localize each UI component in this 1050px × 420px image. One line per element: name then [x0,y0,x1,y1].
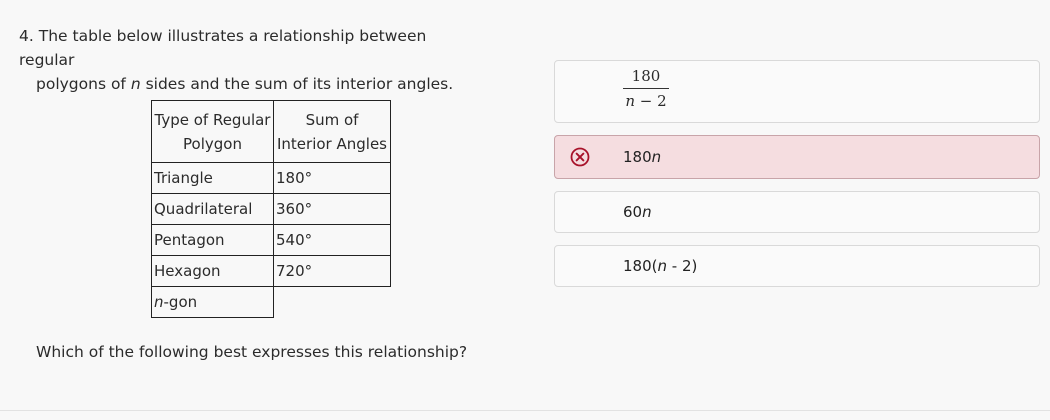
choice-d-text: 180(n - 2) [623,257,697,275]
fraction-numerator: 180 [631,67,661,85]
question-number: 4. [19,27,34,45]
choice-c-var: n [642,203,652,221]
denominator-rest: − 2 [635,92,667,110]
polygon-table: Type of Regular Polygon Sum of Interior … [151,100,391,318]
choice-c-coef: 60 [623,203,643,221]
choice-d-pre: 180( [623,257,658,275]
question-line-1: 4. The table below illustrates a relatio… [19,24,479,72]
table-cell-polygon: Hexagon [151,255,274,287]
x-circle-icon [570,147,590,167]
table-row: n-gon [151,286,391,318]
choice-a[interactable]: 180 n − 2 [554,60,1040,123]
table-cell-sum: 180° [273,162,391,194]
choice-b-coef: 180 [623,148,652,166]
question-text: 4. The table below illustrates a relatio… [19,24,479,96]
choice-d-var: n [657,257,667,275]
table-cell-polygon: n-gon [151,286,274,318]
fraction-denominator: n − 2 [625,89,666,110]
table-cell-polygon: Quadrilateral [151,193,274,225]
question-var-n: n [130,75,141,93]
table-row: Pentagon 540° [151,224,391,256]
table-cell-polygon: Pentagon [151,224,274,256]
question-line-2-pre: polygons of [36,75,131,93]
question-line-2-post: sides and the sum of its interior angles… [140,75,454,93]
denominator-var: n [625,92,635,110]
choice-b-var: n [651,148,662,166]
fraction: 180 n − 2 [623,67,669,110]
table-cell-empty [274,287,391,318]
choice-b[interactable]: 180n [554,135,1040,179]
choice-d[interactable]: 180(n - 2) [554,245,1040,287]
bottom-divider [0,410,1050,411]
table-header-sum: Sum of Interior Angles [273,100,391,163]
question-line-1-text: The table below illustrates a relationsh… [19,27,427,69]
table-cell-sum: 360° [273,193,391,225]
table-header-polygon: Type of Regular Polygon [151,100,274,163]
question-prompt: Which of the following best expresses th… [36,343,468,361]
choice-d-post: - 2) [667,257,698,275]
table-cell-polygon: Triangle [151,162,274,194]
table-var-n: n [154,293,164,311]
choice-c[interactable]: 60n [554,191,1040,233]
table-row: Triangle 180° [151,162,391,194]
table-row: Hexagon 720° [151,255,391,287]
table-suffix: -gon [163,293,198,311]
table-cell-sum: 720° [273,255,391,287]
question-line-2: polygons of n sides and the sum of its i… [19,72,479,96]
choice-b-text: 180n [623,148,661,166]
table-cell-sum: 540° [273,224,391,256]
table-row: Quadrilateral 360° [151,193,391,225]
table-header-row: Type of Regular Polygon Sum of Interior … [151,100,391,163]
choice-c-text: 60n [623,203,652,221]
